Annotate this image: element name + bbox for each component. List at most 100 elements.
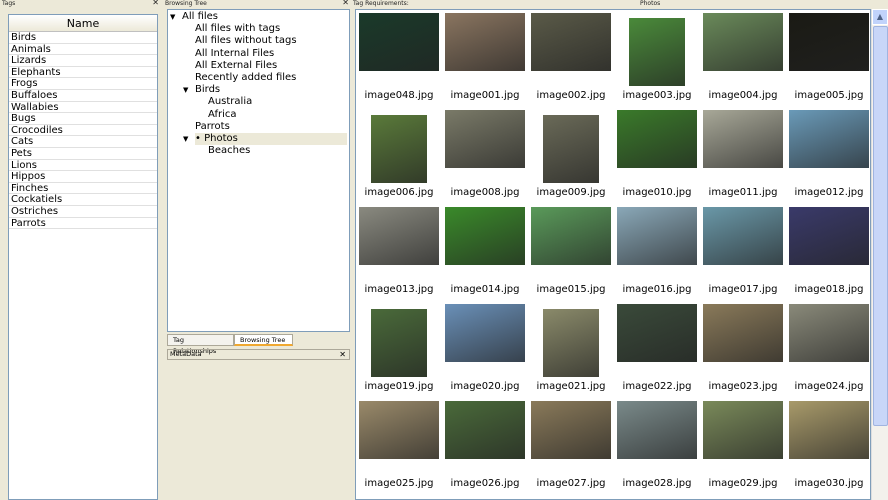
thumbnail-image[interactable] [371, 115, 427, 183]
thumbnail-item[interactable]: image003.jpg [614, 10, 700, 106]
thumbnail-item[interactable]: image015.jpg [528, 204, 614, 300]
tree-node[interactable]: Australia [208, 96, 252, 108]
tree-node[interactable]: All files with tags [195, 23, 280, 35]
close-icon[interactable]: ✕ [339, 350, 346, 359]
scrollbar-thumb[interactable] [873, 26, 888, 426]
thumbnail-image[interactable] [703, 207, 783, 265]
thumbnail-item[interactable]: image030.jpg [786, 398, 872, 494]
tag-row[interactable]: Elephants [9, 67, 157, 79]
tag-row[interactable]: Cockatiels [9, 194, 157, 206]
scroll-up-icon[interactable]: ▲ [872, 9, 888, 25]
tree-node[interactable]: All files [182, 11, 218, 23]
thumbnail-item[interactable]: image019.jpg [356, 301, 442, 397]
close-icon[interactable]: ✕ [342, 0, 349, 7]
thumbnail-item[interactable]: image048.jpg [356, 10, 442, 106]
tree-node[interactable]: Africa [208, 109, 237, 121]
thumbnail-image[interactable] [617, 110, 697, 168]
thumbnail-item[interactable]: image017.jpg [700, 204, 786, 300]
expand-arrow-icon[interactable]: ▼ [183, 86, 188, 94]
thumbnail-image[interactable] [789, 207, 869, 265]
vertical-scrollbar[interactable]: ▲ [871, 9, 888, 500]
tag-row[interactable]: Hippos [9, 171, 157, 183]
thumbnail-item[interactable]: image011.jpg [700, 107, 786, 203]
thumbnail-image[interactable] [703, 110, 783, 168]
thumbnail-item[interactable]: image013.jpg [356, 204, 442, 300]
thumbnail-item[interactable]: image001.jpg [442, 10, 528, 106]
tag-row[interactable]: Frogs [9, 78, 157, 90]
thumbnail-item[interactable]: image028.jpg [614, 398, 700, 494]
thumbnail-image[interactable] [531, 207, 611, 265]
tag-row[interactable]: Pets [9, 148, 157, 160]
tree-node[interactable]: Birds [195, 84, 220, 96]
thumbnail-image[interactable] [445, 13, 525, 71]
close-icon[interactable]: ✕ [152, 0, 159, 7]
thumbnail-item[interactable]: image027.jpg [528, 398, 614, 494]
thumbnail-image[interactable] [445, 401, 525, 459]
thumbnail-item[interactable]: image024.jpg [786, 301, 872, 397]
thumbnail-item[interactable]: image012.jpg [786, 107, 872, 203]
tab-browsing-tree[interactable]: Browsing Tree [234, 334, 293, 346]
tag-row[interactable]: Cats [9, 136, 157, 148]
thumbnail-item[interactable]: image010.jpg [614, 107, 700, 203]
expand-arrow-icon[interactable]: ▼ [183, 135, 188, 143]
thumbnail-item[interactable]: image022.jpg [614, 301, 700, 397]
thumbnail-item[interactable]: image002.jpg [528, 10, 614, 106]
thumbnail-item[interactable]: image018.jpg [786, 204, 872, 300]
thumbnail-image[interactable] [703, 304, 783, 362]
tree-node[interactable]: All files without tags [195, 35, 297, 47]
tag-row[interactable]: Lizards [9, 55, 157, 67]
thumbnail-image[interactable] [617, 207, 697, 265]
thumbnail-image[interactable] [789, 110, 869, 168]
thumbnail-image[interactable] [445, 304, 525, 362]
thumbnail-item[interactable]: image029.jpg [700, 398, 786, 494]
thumbnail-item[interactable]: image009.jpg [528, 107, 614, 203]
thumbnail-image[interactable] [531, 13, 611, 71]
thumbnail-item[interactable]: image023.jpg [700, 301, 786, 397]
thumbnail-item[interactable]: image004.jpg [700, 10, 786, 106]
tag-row[interactable]: Buffaloes [9, 90, 157, 102]
expand-arrow-icon[interactable]: ▼ [170, 13, 175, 21]
tag-row[interactable]: Parrots [9, 218, 157, 230]
tag-row[interactable]: Ostriches [9, 206, 157, 218]
tag-row[interactable]: Lions [9, 160, 157, 172]
tree-node[interactable]: Beaches [208, 145, 250, 157]
thumbnail-item[interactable]: image020.jpg [442, 301, 528, 397]
thumbnail-image[interactable] [703, 13, 783, 71]
tag-row[interactable]: Finches [9, 183, 157, 195]
thumbnail-image[interactable] [371, 309, 427, 377]
tree-node[interactable]: • Photos [195, 133, 347, 145]
tab-tag-relationships[interactable]: Tag Relationships [167, 334, 234, 355]
tag-row[interactable]: Crocodiles [9, 125, 157, 137]
thumbnail-item[interactable]: image014.jpg [442, 204, 528, 300]
thumbnail-image[interactable] [445, 110, 525, 168]
tag-row[interactable]: Animals [9, 44, 157, 56]
thumbnail-image[interactable] [617, 304, 697, 362]
thumbnail-image[interactable] [543, 309, 599, 377]
tree-node[interactable]: All Internal Files [195, 48, 274, 60]
thumbnail-image[interactable] [789, 13, 869, 71]
tree-node[interactable]: All External Files [195, 60, 277, 72]
thumbnail-item[interactable]: image008.jpg [442, 107, 528, 203]
tag-row[interactable]: Wallabies [9, 102, 157, 114]
thumbnail-image[interactable] [445, 207, 525, 265]
thumbnail-item[interactable]: image026.jpg [442, 398, 528, 494]
thumbnail-item[interactable]: image016.jpg [614, 204, 700, 300]
tag-row[interactable]: Bugs [9, 113, 157, 125]
thumbnail-item[interactable]: image005.jpg [786, 10, 872, 106]
tag-row[interactable]: Birds [9, 32, 157, 44]
thumbnail-image[interactable] [789, 304, 869, 362]
thumbnail-item[interactable]: image021.jpg [528, 301, 614, 397]
thumbnail-image[interactable] [543, 115, 599, 183]
thumbnail-image[interactable] [359, 401, 439, 459]
thumbnail-item[interactable]: image025.jpg [356, 398, 442, 494]
thumbnail-image[interactable] [531, 401, 611, 459]
thumbnail-image[interactable] [789, 401, 869, 459]
tree-node[interactable]: Parrots [195, 121, 230, 133]
tree-node[interactable]: Recently added files [195, 72, 296, 84]
thumbnail-image[interactable] [703, 401, 783, 459]
name-column-header[interactable]: Name [9, 15, 157, 32]
thumbnail-item[interactable]: image006.jpg [356, 107, 442, 203]
thumbnail-image[interactable] [359, 207, 439, 265]
thumbnail-image[interactable] [617, 401, 697, 459]
thumbnail-image[interactable] [359, 13, 439, 71]
